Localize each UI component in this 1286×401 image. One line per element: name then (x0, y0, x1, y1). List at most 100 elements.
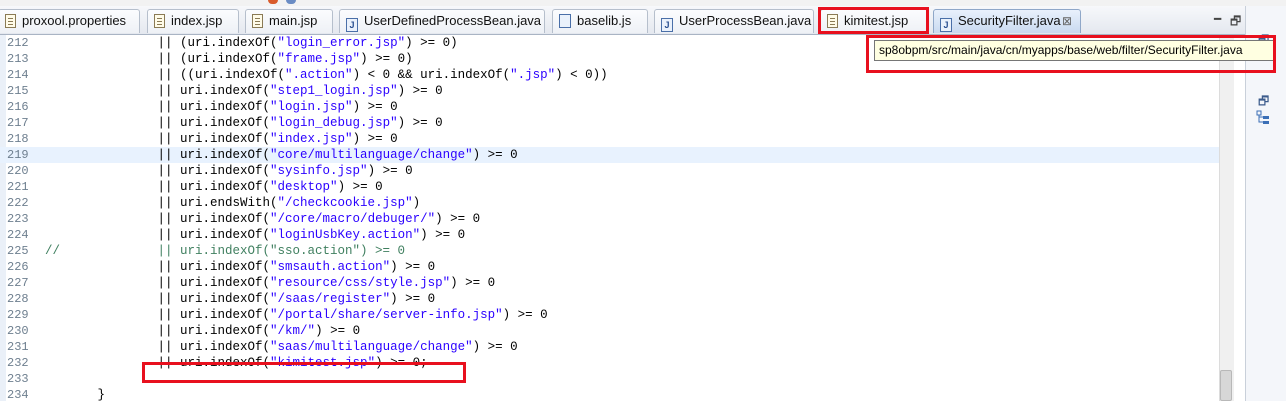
string-literal: "login.jsp" (270, 100, 353, 114)
tab-main-jsp[interactable]: main.jsp (245, 9, 333, 33)
code-token: ) >= 0 (315, 324, 361, 338)
line-number: 231 (7, 340, 29, 354)
code-token: || ((uri.indexOf( (45, 68, 286, 82)
file-icon (252, 14, 263, 28)
code-text: || (uri.indexOf("login_error.jsp") >= 0) (45, 35, 458, 51)
tab-index-jsp[interactable]: index.jsp (147, 9, 239, 33)
code-text: || uri.indexOf("step1_login.jsp") >= 0 (45, 83, 443, 99)
line-number: 216 (7, 100, 29, 114)
toolbar-icon[interactable] (286, 0, 296, 4)
code-line[interactable]: 225 // || uri.indexOf("sso.action") >= 0 (0, 243, 1219, 259)
code-text: || uri.indexOf("/portal/share/server-inf… (45, 307, 548, 323)
scrollbar-thumb[interactable] (1220, 370, 1232, 401)
highlight-kimitest-tab (818, 7, 929, 34)
code-editor[interactable]: 212 || (uri.indexOf("login_error.jsp") >… (0, 35, 1219, 401)
code-text: || uri.indexOf("desktop") >= 0 (45, 179, 383, 195)
line-number: 234 (7, 388, 29, 401)
line-number: 222 (7, 196, 29, 210)
string-literal: "/km/" (270, 324, 316, 338)
code-text: || uri.indexOf("sysinfo.jsp") >= 0 (45, 163, 413, 179)
line-number: 217 (7, 116, 29, 130)
code-token: ) >= 0 (450, 276, 496, 290)
line-number: 221 (7, 180, 29, 194)
tab-proxool-properties[interactable]: proxool.properties (0, 9, 140, 33)
code-line[interactable]: 218 || uri.indexOf("index.jsp") >= 0 (0, 131, 1219, 147)
close-icon[interactable]: ⊠ (1062, 10, 1072, 32)
code-line[interactable]: 234 } (0, 387, 1219, 401)
code-line[interactable]: 219 || uri.indexOf("core/multilanguage/c… (0, 147, 1219, 163)
minimize-icon[interactable]: ━ (1214, 12, 1221, 26)
code-token: || uri.indexOf( (45, 276, 271, 290)
string-literal: "desktop" (270, 180, 338, 194)
string-literal: "/checkcookie.jsp" (277, 196, 413, 210)
toolbar-icon[interactable] (268, 0, 278, 4)
code-token: || uri.indexOf( (45, 228, 271, 242)
code-token: || uri.indexOf( (45, 212, 271, 226)
code-token: || uri.indexOf( (45, 116, 271, 130)
code-text: || uri.indexOf("login_debug.jsp") >= 0 (45, 115, 443, 131)
code-token: ) >= 0 (352, 100, 398, 114)
code-token: ) >= 0) (360, 52, 413, 66)
string-literal: "login_error.jsp" (277, 36, 406, 50)
code-line[interactable]: 224 || uri.indexOf("loginUsbKey.action")… (0, 227, 1219, 243)
string-literal: "resource/css/style.jsp" (270, 276, 451, 290)
code-token: ) >= 0 (435, 212, 481, 226)
code-line[interactable]: 231 || uri.indexOf("saas/multilanguage/c… (0, 339, 1219, 355)
code-text: // || uri.indexOf("sso.action") >= 0 (45, 243, 405, 259)
code-text: || uri.indexOf("/km/") >= 0 (45, 323, 361, 339)
maximize-icon[interactable]: 🗗 (1230, 12, 1241, 33)
code-line[interactable]: 216 || uri.indexOf("login.jsp") >= 0 (0, 99, 1219, 115)
code-line[interactable]: 217 || uri.indexOf("login_debug.jsp") >=… (0, 115, 1219, 131)
code-text: } (45, 387, 106, 401)
tab-securityfilter-java[interactable]: J SecurityFilter.java ⊠ (933, 9, 1081, 33)
line-number: 212 (7, 36, 29, 50)
line-number: 233 (7, 372, 29, 386)
code-token: || uri.indexOf( (45, 84, 271, 98)
code-line[interactable]: 226 || uri.indexOf("smsauth.action") >= … (0, 259, 1219, 275)
code-line[interactable]: 223 || uri.indexOf("/core/macro/debuger/… (0, 211, 1219, 227)
vertical-scrollbar[interactable] (1219, 35, 1234, 401)
code-line[interactable]: 215 || uri.indexOf("step1_login.jsp") >=… (0, 83, 1219, 99)
code-line[interactable]: 229 || uri.indexOf("/portal/share/server… (0, 307, 1219, 323)
code-token: ) >= 0 (337, 180, 383, 194)
line-number: 224 (7, 228, 29, 242)
code-token: || uri.indexOf( (45, 340, 271, 354)
code-line[interactable]: 222 || uri.endsWith("/checkcookie.jsp") (0, 195, 1219, 211)
code-token: ) >= 0 (397, 116, 443, 130)
code-token: || uri.endsWith( (45, 196, 278, 210)
code-line[interactable]: 230 || uri.indexOf("/km/") >= 0 (0, 323, 1219, 339)
tab-userdefinedprocessbean-java[interactable]: J UserDefinedProcessBean.java (339, 9, 545, 33)
code-token: || uri.indexOf( (45, 180, 271, 194)
line-number: 230 (7, 324, 29, 338)
line-number: 219 (7, 148, 29, 162)
code-text: || uri.indexOf("login.jsp") >= 0 (45, 99, 398, 115)
code-token: || uri.indexOf( (45, 132, 271, 146)
string-literal: "smsauth.action" (270, 260, 391, 274)
code-line[interactable]: 228 || uri.indexOf("/saas/register") >= … (0, 291, 1219, 307)
line-number: 213 (7, 52, 29, 66)
code-token: ) < 0 && uri.indexOf( (352, 68, 511, 82)
code-line[interactable]: 220 || uri.indexOf("sysinfo.jsp") >= 0 (0, 163, 1219, 179)
file-icon (154, 14, 165, 28)
code-text: || uri.indexOf("saas/multilanguage/chang… (45, 339, 518, 355)
code-token: || (uri.indexOf( (45, 36, 278, 50)
code-line[interactable]: 221 || uri.indexOf("desktop") >= 0 (0, 179, 1219, 195)
code-token: ) < 0)) (555, 68, 608, 82)
java-file-icon: J (661, 18, 673, 32)
code-token: ) >= 0 (472, 340, 518, 354)
tab-baselib-js[interactable]: baselib.js (552, 9, 648, 33)
tab-userprocessbean-java[interactable]: J UserProcessBean.java (654, 9, 814, 33)
line-number: 223 (7, 212, 29, 226)
code-token: || uri.indexOf( (45, 100, 271, 114)
line-number: 214 (7, 68, 29, 82)
editor-tab-bar: proxool.properties index.jsp main.jsp JU… (0, 6, 1286, 35)
string-literal: "sysinfo.jsp" (270, 164, 368, 178)
string-literal: ".action" (285, 68, 353, 82)
code-token: ) >= 0 (502, 308, 548, 322)
code-line[interactable]: 227 || uri.indexOf("resource/css/style.j… (0, 275, 1219, 291)
line-number: 232 (7, 356, 29, 370)
outline-view-icon[interactable] (1256, 110, 1270, 129)
code-text: || uri.indexOf("/core/macro/debuger/") >… (45, 211, 481, 227)
code-text: || uri.indexOf("resource/css/style.jsp")… (45, 275, 496, 291)
string-literal: "step1_login.jsp" (270, 84, 398, 98)
